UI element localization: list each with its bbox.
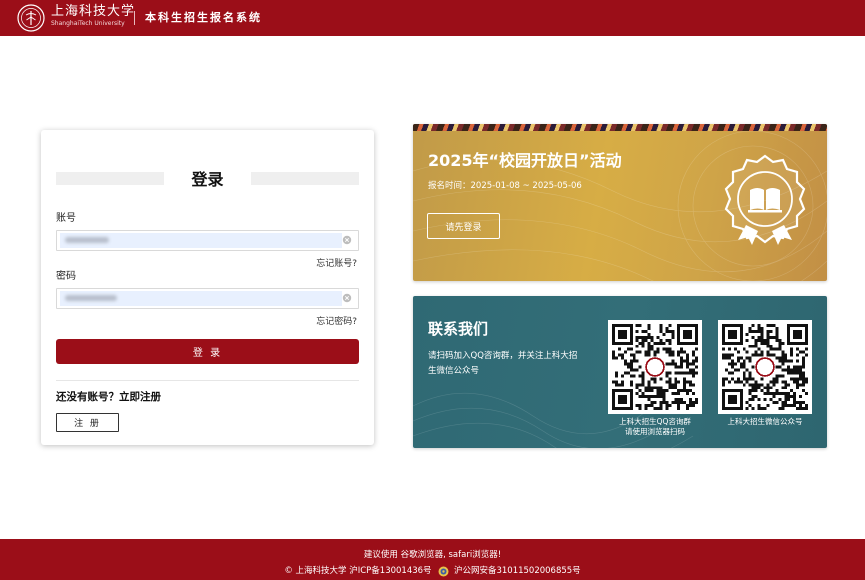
event-date: 报名时间：2025-01-08 ~ 2025-05-06 [428,181,582,191]
close-circle-icon[interactable] [342,235,352,245]
wechat-qr-label: 上科大招生微信公众号 [727,417,803,426]
top-header: 上海科技大学 ShanghaiTech University 本科生招生报名系统 [0,0,865,36]
forgot-password-link[interactable]: 忘记密码? [316,317,357,328]
password-field[interactable] [56,288,359,309]
wechat-qr-code [718,320,812,414]
login-title: 登录 [191,170,224,189]
police-record-link[interactable]: 沪公网安备31011502006855号 [454,566,581,576]
event-title: 2025年“校园开放日”活动 [428,151,622,170]
forgot-account-link[interactable]: 忘记账号? [316,259,357,270]
open-book-badge-icon [724,154,806,245]
icp-record-link[interactable]: © 上海科技大学 沪ICP备13001436号 [284,566,431,576]
account-field[interactable] [56,230,359,251]
qq-group-qr-code [608,320,702,414]
police-badge-icon [438,566,449,577]
password-masked-value [65,295,117,301]
please-login-button[interactable]: 请先登录 [427,213,500,239]
account-masked-value [65,237,109,243]
system-name: 本科生招生报名系统 [145,11,262,24]
contact-description: 请扫码加入QQ咨询群，并关注上科大招生微信公众号 [428,351,578,376]
qq-qr-label: 上科大招生QQ咨询群 请使用浏览器扫码 [619,417,691,436]
account-label: 账号 [56,213,76,224]
browser-tip: 建议使用 谷歌浏览器, safari浏览器! [363,550,502,560]
no-account-text: 还没有账号？立即注册 [56,391,161,403]
university-name-en: ShanghaiTech University [51,20,125,27]
login-button[interactable]: 登 录 [56,339,359,364]
open-day-card: 2025年“校园开放日”活动 报名时间：2025-01-08 ~ 2025-05… [413,124,827,281]
login-card: 登录 账号 忘记账号? 密码 忘记密码? 登 录 还没有账号？立即注册 注 册 [41,130,374,445]
register-button[interactable]: 注 册 [56,413,119,432]
password-label: 密码 [56,271,76,282]
close-circle-icon[interactable] [342,293,352,303]
contact-card: 联系我们 请扫码加入QQ咨询群，并关注上科大招生微信公众号 上科大招生QQ咨询群… [413,296,827,448]
event-decor-stripe [413,124,827,131]
card-divider [56,380,359,381]
university-seal-icon [17,4,45,32]
footer-record: © 上海科技大学 沪ICP备13001436号 沪公网安备31011502006… [0,566,865,578]
header-divider [134,11,135,25]
university-name: 上海科技大学 [51,4,136,19]
contact-title: 联系我们 [428,320,489,338]
footer: 建议使用 谷歌浏览器, safari浏览器! © 上海科技大学 沪ICP备130… [0,539,865,580]
